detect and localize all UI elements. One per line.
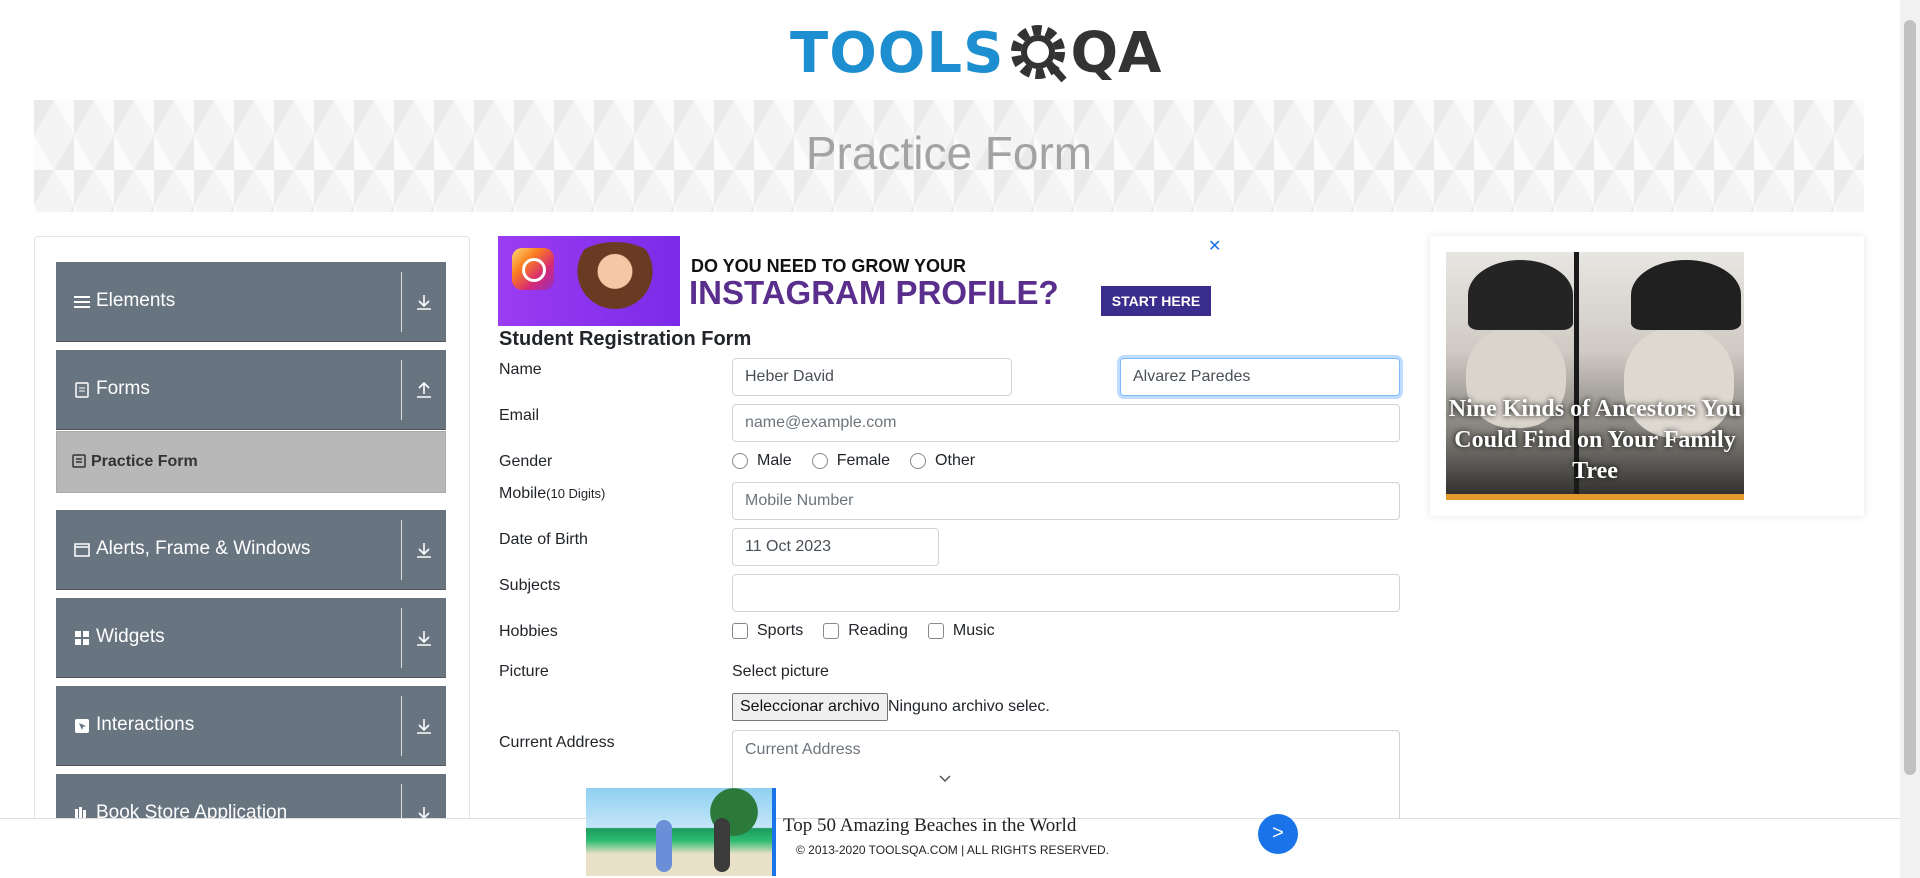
instagram-icon <box>512 248 554 290</box>
checkbox[interactable] <box>732 623 748 639</box>
beaches-ad[interactable]: Top 50 Amazing Beaches in the World > <box>586 788 1342 878</box>
hobby-option-music[interactable]: Music <box>927 622 995 640</box>
sidebar-group-label: Interactions <box>96 714 195 735</box>
instagram-ad[interactable]: DO YOU NEED TO GROW YOUR INSTAGRAM PROFI… <box>498 236 1230 326</box>
subjects-label: Subjects <box>499 577 561 594</box>
download-icon <box>417 631 431 646</box>
gender-option-other[interactable]: Other <box>910 452 975 470</box>
subjects-input[interactable] <box>732 574 1400 612</box>
woman-image <box>560 242 670 326</box>
person-shape <box>714 818 730 872</box>
checkbox-label: Reading <box>848 622 908 639</box>
beach-image <box>586 788 772 876</box>
ad-line2: INSTAGRAM PROFILE? <box>689 274 1059 311</box>
sidebar-group-label: Widgets <box>96 626 165 647</box>
logo-qa-text: QA <box>1070 20 1162 86</box>
ad-accent-bar <box>1446 494 1744 500</box>
page-banner: Practice Form <box>34 100 1864 212</box>
divider <box>401 608 402 668</box>
ad-accent-bar <box>772 788 776 876</box>
gender-radio-group: Male Female Other <box>732 452 995 470</box>
sidebar-group-label: Alerts, Frame & Windows <box>96 538 311 559</box>
divider <box>401 360 402 420</box>
radio-button[interactable] <box>811 453 828 469</box>
file-icon <box>75 382 89 398</box>
person-shape <box>656 820 672 872</box>
radio-label: Other <box>935 452 976 469</box>
sidebar-group-elements[interactable]: Elements <box>56 262 446 342</box>
radio-button[interactable] <box>910 453 927 469</box>
address-label: Current Address <box>499 734 615 751</box>
scrollbar-thumb[interactable] <box>1904 20 1916 775</box>
checkbox-label: Sports <box>757 622 804 639</box>
gender-label: Gender <box>499 453 553 470</box>
mobile-label: Mobile(10 Digits) <box>499 485 605 503</box>
upload-icon <box>417 381 431 398</box>
sidebar-group-alerts[interactable]: Alerts, Frame & Windows <box>56 510 446 590</box>
ad-caption: Nine Kinds of Ancestors You Could Find o… <box>1448 396 1742 484</box>
dob-input[interactable] <box>732 528 939 566</box>
last-name-input[interactable] <box>1120 358 1400 396</box>
list-icon <box>74 296 90 308</box>
download-icon <box>417 543 431 558</box>
sidebar: Elements Forms Practice Form Alerts, Fra… <box>34 236 470 856</box>
next-arrow-button[interactable]: > <box>1258 814 1298 854</box>
sidebar-group-label: Elements <box>96 290 176 311</box>
sidebar-item-practice-form[interactable]: Practice Form <box>56 431 446 493</box>
sidebar-group-forms[interactable]: Forms <box>56 350 446 430</box>
checkbox[interactable] <box>823 623 840 639</box>
choose-file-button[interactable]: Seleccionar archivo <box>732 693 888 721</box>
mobile-input[interactable] <box>732 482 1400 520</box>
sidebar-group-widgets[interactable]: Widgets <box>56 598 446 678</box>
ancestors-ad[interactable]: Nine Kinds of Ancestors You Could Find o… <box>1430 236 1864 516</box>
sidebar-item-label: Practice Form <box>91 453 198 470</box>
gender-option-male[interactable]: Male <box>732 452 792 470</box>
sidebar-group-label: Forms <box>96 378 150 399</box>
hobby-option-reading[interactable]: Reading <box>823 622 908 640</box>
divider <box>401 520 402 580</box>
mobile-label-text: Mobile <box>499 485 547 502</box>
gear-icon <box>1008 22 1070 84</box>
hat-shape <box>1631 260 1741 330</box>
radio-label: Female <box>836 452 891 469</box>
checkbox-label: Music <box>952 622 995 639</box>
grid-icon <box>75 631 89 645</box>
chevron-down-icon <box>939 775 951 783</box>
name-label: Name <box>499 361 542 378</box>
divider <box>401 272 402 332</box>
form-icon <box>72 454 86 468</box>
ad-title: Top 50 Amazing Beaches in the World <box>783 815 1077 836</box>
cursor-icon <box>75 719 89 733</box>
palm-shape <box>696 788 772 848</box>
hat-shape <box>1468 260 1573 330</box>
toolsqa-logo[interactable]: TOOLS QA <box>790 16 1161 90</box>
hobby-option-sports[interactable]: Sports <box>732 622 803 640</box>
email-label: Email <box>499 407 540 424</box>
file-status: Ninguno archivo selec. <box>888 698 1050 715</box>
first-name-input[interactable] <box>732 358 1012 396</box>
dob-label: Date of Birth <box>499 531 588 548</box>
picture-label: Picture <box>499 663 549 680</box>
start-here-button[interactable]: START HERE <box>1101 286 1211 316</box>
email-input[interactable] <box>732 404 1400 442</box>
gender-option-female[interactable]: Female <box>811 452 891 470</box>
page-scrollbar[interactable] <box>1900 0 1920 878</box>
logo-tools-text: TOOLS <box>790 20 1005 86</box>
close-icon[interactable]: ✕ <box>1208 236 1221 256</box>
checkbox[interactable] <box>927 623 944 639</box>
hobbies-label: Hobbies <box>499 623 558 640</box>
radio-button[interactable] <box>732 453 748 469</box>
select-picture-label: Select picture <box>732 663 829 680</box>
download-icon <box>417 719 431 734</box>
radio-label: Male <box>757 452 792 469</box>
download-icon <box>417 295 431 310</box>
form-title: Student Registration Form <box>499 328 752 350</box>
sidebar-group-interactions[interactable]: Interactions <box>56 686 446 766</box>
hobbies-checkbox-group: Sports Reading Music <box>732 622 1015 640</box>
page-title: Practice Form <box>805 127 1093 179</box>
window-icon <box>74 543 90 557</box>
mobile-hint: (10 Digits) <box>546 486 606 501</box>
divider <box>401 696 402 756</box>
